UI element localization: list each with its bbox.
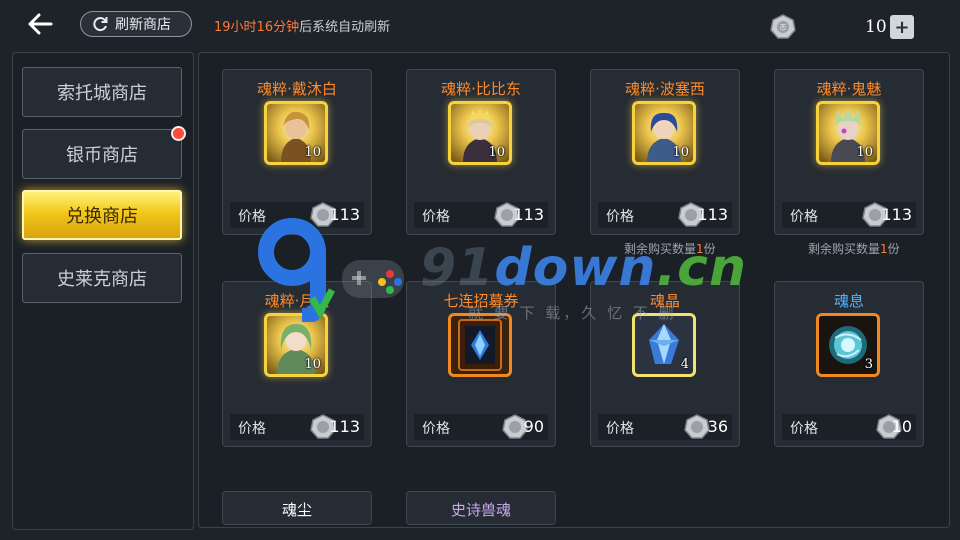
refresh-suffix: 后系统自动刷新 — [299, 20, 391, 35]
price-row: 价格 113 — [230, 202, 364, 228]
sidebar-item-exchange-shop[interactable]: 兑换商店 — [22, 190, 182, 240]
price-row: 价格 113 — [598, 202, 732, 228]
price-label: 价格 — [422, 421, 450, 437]
refresh-icon — [93, 17, 108, 32]
sidebar-item-shrek-shop[interactable]: 史莱克商店 — [22, 253, 182, 303]
sidebar-item-label: 索托城商店 — [57, 83, 147, 104]
back-button[interactable] — [22, 8, 58, 40]
shop-item-card[interactable]: 魂息 3 价格 10 — [774, 281, 924, 447]
item-name: 魂息 — [833, 292, 864, 310]
price-label: 价格 — [606, 421, 634, 437]
item-name: 史诗兽魂 — [450, 501, 511, 519]
item-price: 36 — [707, 417, 728, 436]
hero-portrait-icon: 10 — [816, 101, 880, 165]
item-name: 魂粹·波塞西 — [625, 80, 705, 98]
item-quantity: 10 — [304, 145, 321, 160]
add-currency-button[interactable]: + — [890, 15, 914, 39]
price-label: 价格 — [790, 421, 818, 437]
remaining-prefix: 剩余购买数量 — [808, 242, 881, 256]
remaining-number: 1 — [880, 242, 888, 256]
price-label: 价格 — [238, 209, 266, 225]
price-label: 价格 — [790, 209, 818, 225]
item-name: 魂晶 — [649, 292, 680, 310]
shop-item-card[interactable]: 魂粹·月关 10 价格 113 — [222, 281, 372, 447]
sidebar-item-silver-shop[interactable]: 银币商店 — [22, 126, 186, 179]
item-price: 113 — [329, 205, 360, 224]
item-price: 113 — [329, 417, 360, 436]
sidebar-item-label: 史莱克商店 — [57, 269, 147, 290]
currency-amount: 10 — [865, 17, 887, 37]
item-name: 魂尘 — [281, 501, 312, 519]
refresh-shop-button[interactable]: 刷新商店 — [80, 11, 192, 37]
soul-crystal-icon: 4 — [632, 313, 696, 377]
shop-sidebar: 索托城商店 银币商店 兑换商店 史莱克商店 — [12, 52, 194, 530]
item-quantity: 4 — [680, 357, 689, 372]
hero-portrait-icon: 10 — [632, 101, 696, 165]
item-quantity: 3 — [864, 357, 873, 372]
silver-coin-icon — [684, 414, 710, 439]
item-price: 113 — [513, 205, 544, 224]
item-name: 魂粹·戴沐白 — [257, 80, 337, 98]
item-price: 10 — [891, 417, 912, 436]
item-quantity: 10 — [672, 145, 689, 160]
recruit-ticket-icon — [448, 313, 512, 377]
price-row: 价格 113 — [414, 202, 548, 228]
price-label: 价格 — [422, 209, 450, 225]
shop-item-card[interactable]: 魂尘 — [222, 491, 372, 525]
item-quantity: 10 — [304, 357, 321, 372]
price-row: 价格 10 — [782, 414, 916, 440]
refresh-countdown: 19小时16分钟 — [214, 20, 300, 35]
shop-item-card[interactable]: 魂粹·戴沐白 10 价格 113 — [222, 69, 372, 235]
item-price: 113 — [697, 205, 728, 224]
back-arrow-icon — [28, 13, 53, 35]
item-quantity: 10 — [488, 145, 505, 160]
price-label: 价格 — [606, 209, 634, 225]
remaining-suffix: 份 — [887, 242, 900, 256]
item-price: 90 — [523, 417, 544, 436]
notification-dot — [171, 126, 186, 141]
price-row: 价格 90 — [414, 414, 548, 440]
shop-item-card[interactable]: 七连招募券 价格 90 — [406, 281, 556, 447]
price-label: 价格 — [238, 421, 266, 437]
shop-item-grid: 魂粹·戴沐白 10 价格 113 魂粹·比比东 10 价格 113 魂粹·波塞西… — [198, 52, 950, 528]
refresh-button-label: 刷新商店 — [115, 17, 171, 33]
price-row: 价格 113 — [230, 414, 364, 440]
shop-item-card[interactable]: 魂晶 4 价格 36 — [590, 281, 740, 447]
remaining-purchase-count: 剩余购买数量1份 — [808, 240, 900, 257]
price-row: 价格 113 — [782, 202, 916, 228]
price-row: 价格 36 — [598, 414, 732, 440]
shop-item-card[interactable]: 史诗兽魂 — [406, 491, 556, 525]
remaining-prefix: 剩余购买数量 — [624, 242, 697, 256]
remaining-suffix: 份 — [703, 242, 716, 256]
item-name: 七连招募券 — [443, 292, 519, 310]
svg-text:币: 币 — [780, 24, 787, 32]
item-price: 113 — [881, 205, 912, 224]
item-quantity: 10 — [856, 145, 873, 160]
shop-item-card[interactable]: 魂粹·比比东 10 价格 113 — [406, 69, 556, 235]
shop-item-card[interactable]: 魂粹·鬼魅 10 价格 113 — [774, 69, 924, 235]
hero-portrait-icon: 10 — [264, 101, 328, 165]
sidebar-item-label: 银币商店 — [66, 145, 138, 166]
item-name: 魂粹·鬼魅 — [816, 80, 882, 98]
item-name: 魂粹·比比东 — [441, 80, 521, 98]
silver-coin-icon: 币 — [770, 14, 796, 44]
item-name: 魂粹·月关 — [264, 292, 330, 310]
shop-item-card[interactable]: 魂粹·波塞西 10 价格 113 — [590, 69, 740, 235]
remaining-number: 1 — [696, 242, 704, 256]
hero-portrait-icon: 10 — [264, 313, 328, 377]
soul-breath-icon: 3 — [816, 313, 880, 377]
sidebar-item-sotuo-shop[interactable]: 索托城商店 — [22, 67, 182, 117]
hero-portrait-icon: 10 — [448, 101, 512, 165]
sidebar-item-label: 兑换商店 — [66, 206, 138, 227]
auto-refresh-timer: 19小时16分钟后系统自动刷新 — [214, 16, 390, 35]
remaining-purchase-count: 剩余购买数量1份 — [624, 240, 716, 257]
